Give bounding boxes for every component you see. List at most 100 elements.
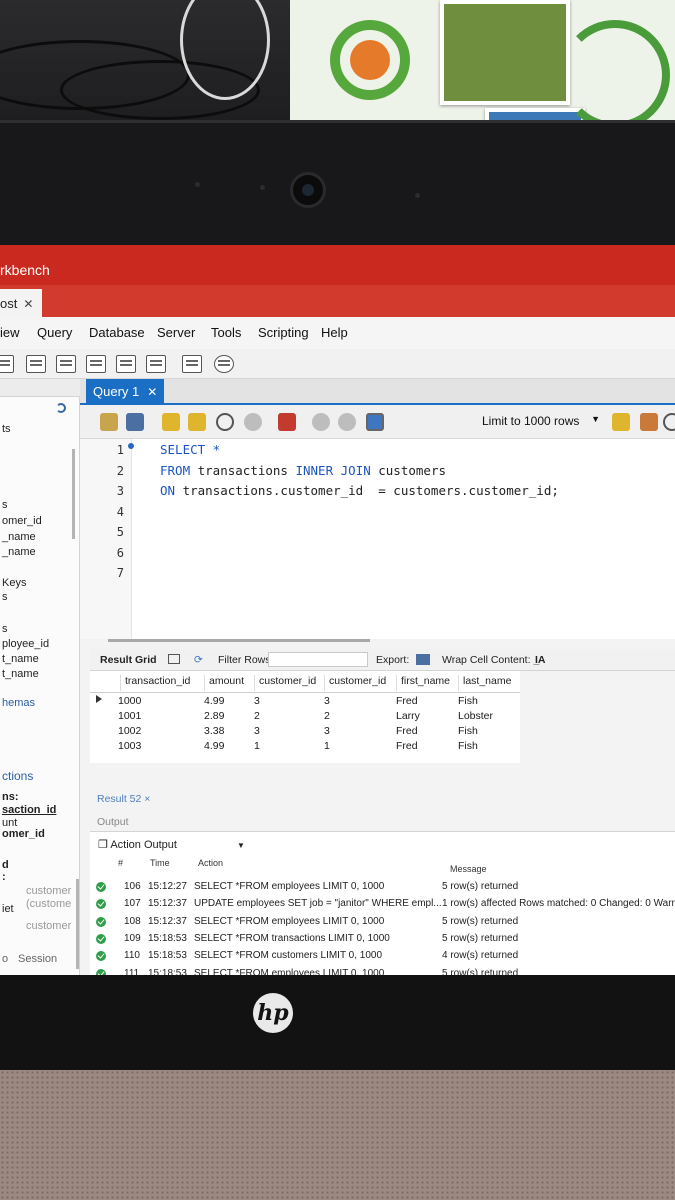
save-icon[interactable] (126, 413, 144, 431)
close-icon[interactable]: ✕ (147, 385, 157, 399)
rollback-icon[interactable] (338, 413, 356, 431)
snippet-icon[interactable] (640, 413, 658, 431)
export-icon[interactable] (416, 654, 430, 665)
table-cell[interactable]: 1001 (118, 710, 141, 722)
log-row[interactable]: 108 15:12:37 SELECT *FROM employees LIMIT … (90, 915, 675, 932)
sidebar-item[interactable]: t_name (2, 668, 39, 680)
table-cell[interactable]: 3 (324, 695, 330, 707)
table-cell[interactable]: Lobster (458, 710, 493, 722)
column-header[interactable]: transaction_id (120, 675, 190, 691)
log-row[interactable]: 109 15:18:53 SELECT *FROM transactions LIM… (90, 932, 675, 949)
table-cell[interactable]: Fish (458, 725, 478, 737)
table-cell[interactable]: 3 (324, 725, 330, 737)
sidebar-item[interactable]: s (2, 591, 8, 603)
column-header[interactable]: customer_id (324, 675, 386, 691)
result-grid-label[interactable]: Result Grid (100, 654, 157, 666)
grid-view-icon[interactable] (168, 654, 180, 664)
table-cell[interactable]: 3 (254, 725, 260, 737)
sidebar-item[interactable]: _name (2, 531, 36, 543)
connection-tab-label: ost (0, 296, 18, 311)
sidebar-item[interactable]: s (2, 499, 8, 511)
reconnect-icon[interactable] (214, 355, 234, 373)
sidebar-tab-object[interactable]: o (2, 953, 8, 965)
scrollbar[interactable] (76, 879, 79, 969)
log-row[interactable]: 110 15:18:53 SELECT *FROM customers LIMIT … (90, 949, 675, 966)
explain-icon[interactable] (216, 413, 234, 431)
table-cell[interactable]: 3.38 (204, 725, 224, 737)
log-row[interactable]: 111 15:18:53 SELECT *FROM employees LIMIT … (90, 967, 675, 975)
table-cell[interactable]: 1 (324, 740, 330, 752)
table-cell[interactable]: 1002 (118, 725, 141, 737)
wrap-cell-icon[interactable]: I̲A (535, 654, 546, 666)
sidebar-tab-schemas[interactable]: hemas (2, 697, 35, 709)
sidebar-item[interactable]: ployee_id (2, 638, 49, 650)
sidebar-item[interactable]: Keys (2, 577, 26, 589)
result-tab[interactable]: Result 52 × (97, 793, 150, 805)
log-row[interactable]: 107 15:12:37 UPDATE employees SET job = "j… (90, 897, 675, 914)
chevron-down-icon: ▼ (591, 414, 600, 424)
table-cell[interactable]: 2 (254, 710, 260, 722)
sql-editor[interactable]: 1 SELECT * 2 FROM transactions INNER JOIN c… (80, 439, 675, 639)
table-cell[interactable]: 4.99 (204, 695, 224, 707)
table-cell[interactable]: 1000 (118, 695, 141, 707)
table-cell[interactable]: Fish (458, 695, 478, 707)
add-schema-icon[interactable] (26, 355, 46, 373)
table-cell[interactable]: 1003 (118, 740, 141, 752)
table-cell[interactable]: 1 (254, 740, 260, 752)
column-header[interactable]: amount (204, 675, 244, 691)
toggle-error-icon[interactable] (278, 413, 296, 431)
menu-database[interactable]: Database (89, 325, 145, 340)
find-icon[interactable] (663, 413, 675, 431)
table-cell[interactable]: Fred (396, 740, 418, 752)
filter-rows-input[interactable] (268, 652, 368, 667)
execute-icon[interactable] (162, 413, 180, 431)
stop-icon[interactable] (244, 413, 262, 431)
column-header[interactable]: customer_id (254, 675, 316, 691)
output-mode-select[interactable]: ❐ Action Output ▼ (98, 838, 245, 851)
sidebar-item[interactable]: t_name (2, 653, 39, 665)
search-table-icon[interactable] (182, 355, 202, 373)
table-cell[interactable]: Fish (458, 740, 478, 752)
sidebar-item[interactable]: ts (2, 423, 11, 435)
scrollbar[interactable] (72, 449, 75, 539)
bezel-sensor (260, 185, 265, 190)
sidebar-tab-session[interactable]: Session (18, 953, 57, 965)
create-view-icon[interactable] (86, 355, 106, 373)
create-procedure-icon[interactable] (116, 355, 136, 373)
query-tab[interactable]: Query 1 ✕ (86, 379, 164, 405)
code-line: SELECT * (160, 442, 220, 457)
beautify-icon[interactable] (612, 413, 630, 431)
table-cell[interactable]: 4.99 (204, 740, 224, 752)
menu-help[interactable]: Help (321, 325, 348, 340)
execute-current-icon[interactable] (188, 413, 206, 431)
log-row[interactable]: 106 15:12:27 SELECT *FROM employees LIMIT … (90, 880, 675, 897)
table-cell[interactable]: Fred (396, 695, 418, 707)
table-cell[interactable]: 3 (254, 695, 260, 707)
connection-tab[interactable]: ost ✕ (0, 289, 42, 317)
close-icon[interactable]: ✕ (23, 297, 33, 311)
table-cell[interactable]: 2 (324, 710, 330, 722)
table-cell[interactable]: Fred (396, 725, 418, 737)
menu-server[interactable]: Server (157, 325, 195, 340)
autocommit-icon[interactable] (366, 413, 384, 431)
commit-icon[interactable] (312, 413, 330, 431)
table-cell[interactable]: Larry (396, 710, 420, 722)
column-header[interactable]: last_name (458, 675, 511, 691)
table-cell[interactable]: 2.89 (204, 710, 224, 722)
refresh-icon[interactable]: ⟳ (194, 654, 203, 666)
menu-view[interactable]: iew (0, 325, 20, 340)
menu-scripting[interactable]: Scripting (258, 325, 309, 340)
sidebar-item[interactable]: s (2, 623, 8, 635)
sidebar-item[interactable]: _name (2, 546, 36, 558)
create-function-icon[interactable] (146, 355, 166, 373)
menu-query[interactable]: Query (37, 325, 72, 340)
open-file-icon[interactable] (100, 413, 118, 431)
sidebar-item[interactable]: omer_id (2, 515, 42, 527)
column-header[interactable]: first_name (396, 675, 450, 691)
create-table-icon[interactable] (56, 355, 76, 373)
refresh-icon[interactable] (56, 403, 66, 413)
menu-tools[interactable]: Tools (211, 325, 241, 340)
limit-rows-select[interactable]: Limit to 1000 rows ▼ (478, 412, 604, 432)
sql-file-icon[interactable] (0, 355, 14, 373)
editor-scrollbar[interactable] (108, 639, 370, 642)
